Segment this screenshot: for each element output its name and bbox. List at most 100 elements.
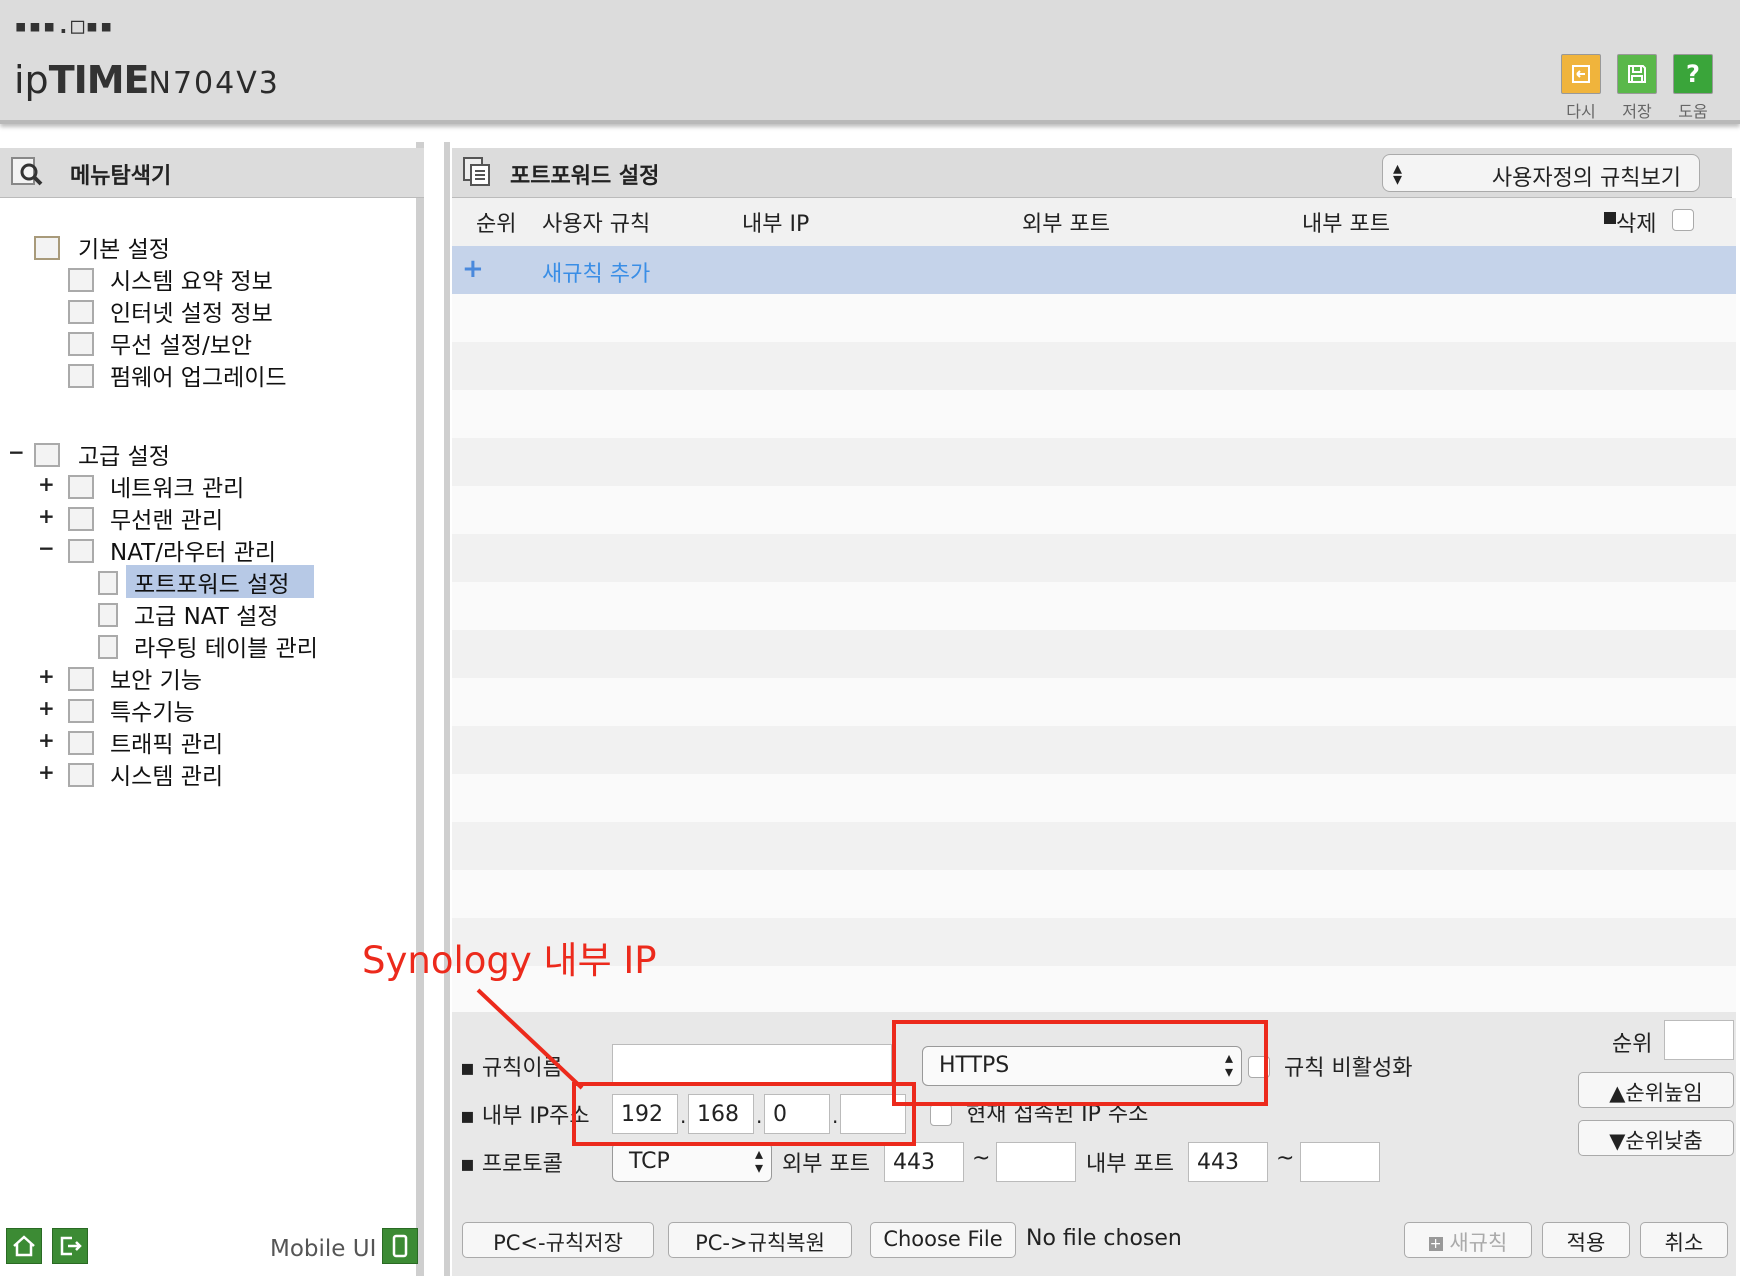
col-internal-port: 내부 포트 [1302, 212, 1390, 237]
summary-chart-icon [68, 268, 94, 292]
internal-port-label: 내부 포트 [1086, 1152, 1174, 1177]
menu-search-icon [10, 156, 44, 192]
expand-wlan-toggle[interactable]: + [38, 504, 55, 528]
page-icon [98, 635, 118, 659]
cancel-button[interactable]: 취소 [1640, 1222, 1728, 1258]
page-title: 포트포워드 설정 [510, 164, 660, 189]
save-button[interactable]: 저장 [1612, 54, 1662, 122]
expand-traffic-toggle[interactable]: + [38, 728, 55, 752]
mobile-ui-link[interactable]: Mobile UI [270, 1236, 376, 1262]
tree-advanced-settings[interactable]: 고급 설정 [78, 437, 170, 471]
tree-security[interactable]: 보안 기능 [110, 661, 202, 695]
special-features-icon [68, 699, 94, 723]
tree-routing-table[interactable]: 라우팅 테이블 관리 [134, 629, 318, 663]
external-port-from[interactable]: 443 [884, 1142, 964, 1182]
protocol-label-text: 프로토콜 [481, 1152, 563, 1177]
protocol-select[interactable]: TCP ▴ ▾ [612, 1142, 772, 1182]
mobile-phone-icon[interactable] [382, 1228, 418, 1264]
system-chart-icon [68, 763, 94, 787]
internal-ip-label: ▪ 내부 IP주소 [460, 1104, 590, 1129]
traffic-chart-icon [68, 731, 94, 755]
rule-name-input[interactable] [612, 1044, 892, 1084]
priority-up-button[interactable]: ▲순위높임 [1578, 1072, 1734, 1108]
wireless-icon [68, 332, 94, 356]
tree-advanced-nat[interactable]: 고급 NAT 설정 [134, 597, 278, 631]
nat-router-icon [68, 539, 94, 563]
menu-explorer-title: 메뉴탐색기 [70, 164, 172, 189]
expand-system-toggle[interactable]: + [38, 760, 55, 784]
internal-port-tilde: ~ [1276, 1146, 1295, 1171]
tree-internet-settings[interactable]: 인터넷 설정 정보 [110, 294, 273, 328]
apply-button[interactable]: 적용 [1542, 1222, 1630, 1258]
tree-port-forward[interactable]: 포트포워드 설정 [134, 565, 289, 599]
restore-rules-from-pc-button[interactable]: PC->규칙복원 [668, 1222, 852, 1258]
expand-security-toggle[interactable]: + [38, 664, 55, 688]
lock-icon [68, 667, 94, 691]
help-button[interactable]: ? 도움 [1668, 54, 1718, 122]
tree-firmware-upgrade[interactable]: 펌웨어 업그레이드 [110, 358, 287, 392]
annotation-label: Synology 내부 IP [362, 939, 657, 982]
internal-port-to[interactable] [1300, 1142, 1380, 1182]
protocol-label: ▪ 프로토콜 [460, 1152, 563, 1177]
undo-button[interactable]: 다시 [1556, 54, 1606, 122]
delete-minus-icon [1604, 212, 1616, 224]
home-icon[interactable] [6, 1228, 42, 1264]
col-user-rule: 사용자 규칙 [542, 212, 651, 237]
collapse-advanced-toggle[interactable]: − [8, 440, 25, 464]
internal-port-from[interactable]: 443 [1188, 1142, 1268, 1182]
tree-traffic-management[interactable]: 트래픽 관리 [110, 725, 223, 759]
rule-view-select[interactable]: ▴ ▾ 사용자정의 규칙보기 [1382, 154, 1700, 192]
collapse-nat-toggle[interactable]: − [38, 536, 55, 560]
tree-wlan-management[interactable]: 무선랜 관리 [110, 501, 223, 535]
new-rule-label: 새규칙 [1449, 1231, 1508, 1255]
expand-special-toggle[interactable]: + [38, 696, 55, 720]
external-port-label: 외부 포트 [782, 1152, 870, 1177]
undo-icon [1561, 54, 1601, 94]
tree-nat-router[interactable]: NAT/라우터 관리 [110, 533, 276, 567]
menu-explorer-header [0, 148, 424, 198]
current-ip-checkbox[interactable] [930, 1104, 952, 1126]
expand-network-toggle[interactable]: + [38, 472, 55, 496]
new-rule-plus-icon: + [1428, 1236, 1443, 1252]
select-all-checkbox[interactable] [1672, 209, 1694, 231]
external-port-tilde: ~ [972, 1146, 991, 1171]
internal-ip-highlight-box [572, 1082, 916, 1146]
tree-network-management[interactable]: 네트워크 관리 [110, 469, 244, 503]
table-row [452, 726, 1736, 774]
external-port-to[interactable] [996, 1142, 1076, 1182]
page-icon [98, 603, 118, 627]
table-row [452, 534, 1736, 582]
new-rule-button[interactable]: + 새규칙 [1404, 1222, 1532, 1258]
tree-system-management[interactable]: 시스템 관리 [110, 757, 223, 791]
tree-wireless-security[interactable]: 무선 설정/보안 [110, 326, 252, 360]
add-rule-link[interactable]: 새규칙 추가 [542, 256, 650, 288]
table-row [452, 486, 1736, 534]
folder-advanced-icon [34, 443, 60, 467]
logout-icon[interactable] [52, 1228, 88, 1264]
save-label: 저장 [1622, 102, 1652, 121]
folder-settings-icon [34, 236, 60, 260]
save-rules-to-pc-button[interactable]: PC<-규칙저장 [462, 1222, 654, 1258]
select-arrows-icon: ▴ ▾ [754, 1144, 763, 1177]
table-row [452, 294, 1736, 342]
table-row [452, 630, 1736, 678]
priority-input[interactable] [1664, 1020, 1734, 1060]
help-label: 도움 [1678, 102, 1708, 121]
save-icon [1617, 54, 1657, 94]
table-row [452, 870, 1736, 918]
choose-file-button[interactable]: Choose File [870, 1222, 1016, 1258]
window-icon [462, 156, 492, 192]
page-icon [98, 571, 118, 595]
tree-special-features[interactable]: 특수기능 [110, 693, 195, 727]
tree-basic-settings[interactable]: 기본 설정 [78, 230, 170, 264]
iptime-logo-mark: ▪▪▪.□▪▪ [14, 14, 114, 39]
rule-view-value: 사용자정의 규칙보기 [1491, 166, 1681, 191]
priority-down-button[interactable]: ▼순위낮춤 [1578, 1120, 1734, 1156]
table-row [452, 822, 1736, 870]
tree-system-summary[interactable]: 시스템 요약 정보 [110, 262, 273, 296]
col-external-port: 외부 포트 [1022, 212, 1110, 237]
table-row [452, 582, 1736, 630]
logo-time: TIME [48, 58, 150, 102]
table-row [452, 774, 1736, 822]
undo-label: 다시 [1566, 102, 1596, 121]
